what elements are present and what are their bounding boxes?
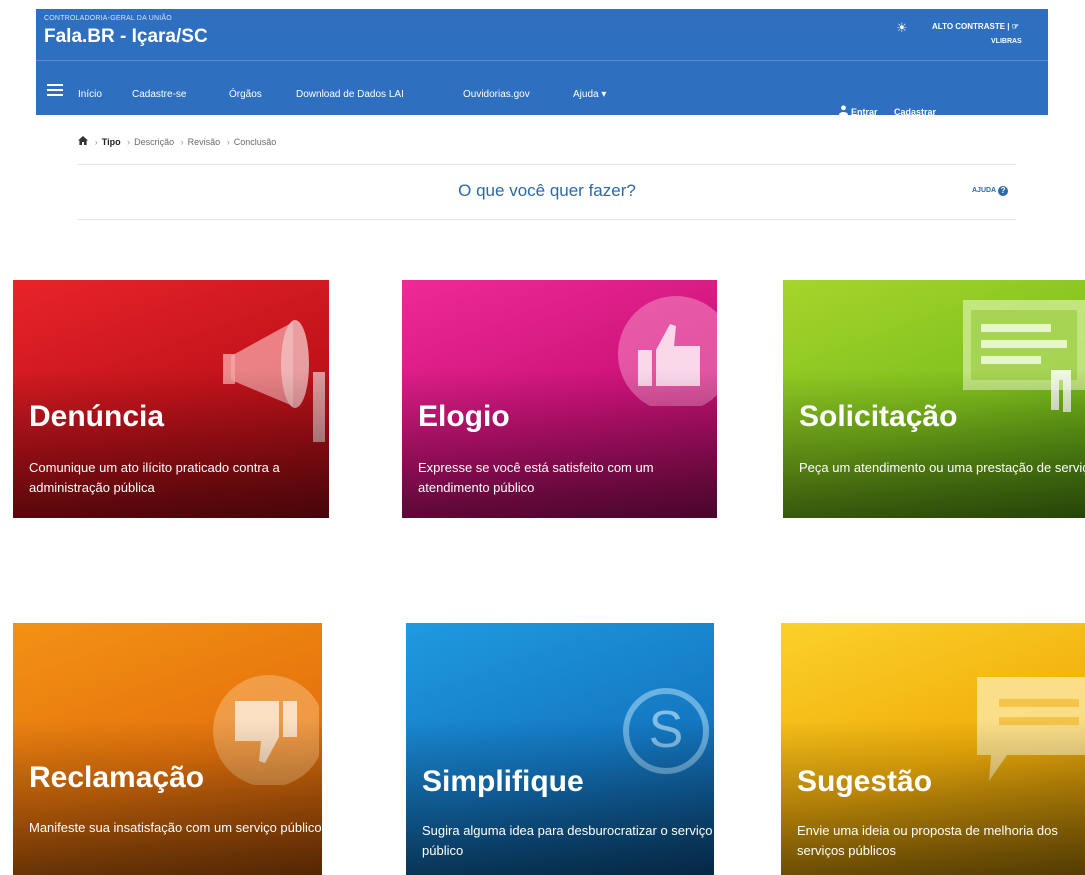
nav-ouvidorias-gov[interactable]: Ouvidorias.gov	[463, 89, 530, 100]
card-description: Expresse se você está satisfeito com um …	[418, 460, 654, 495]
register-link[interactable]: Cadastrar	[894, 107, 936, 117]
card-title: Reclamação	[29, 761, 205, 794]
card-reclamacao[interactable]: Reclamação Manifeste sua insatisfação co…	[13, 623, 322, 875]
top-bar-divider	[36, 60, 1048, 61]
nav-inicio[interactable]: Início	[78, 89, 102, 100]
card-description: Peça um atendimento ou uma prestação de …	[799, 460, 1085, 475]
help-icon[interactable]: ?	[998, 186, 1009, 196]
card-description: Manifeste sua insatisfação com um serviç…	[29, 820, 322, 835]
help-link[interactable]: AJUDA?	[972, 186, 1009, 196]
org-name: CONTROLADORIA-GERAL DA UNIÃO	[44, 15, 172, 22]
card-description: Sugira alguma idea para desburocratizar …	[422, 823, 713, 858]
card-sugestao[interactable]: Sugestão Envie uma ideia ou proposta de …	[781, 623, 1085, 875]
breadcrumb-step-conclusao: Conclusão	[233, 137, 277, 147]
home-icon[interactable]	[78, 136, 91, 148]
card-description: Envie uma ideia ou proposta de melhoria …	[797, 823, 1058, 858]
vlibras-link[interactable]: VLIBRAS	[991, 38, 1022, 45]
divider	[78, 219, 1016, 220]
menu-icon[interactable]	[47, 84, 63, 96]
nav-ajuda[interactable]: Ajuda ▾	[573, 89, 606, 100]
nav-orgaos[interactable]: Órgãos	[229, 89, 262, 100]
breadcrumb-step-tipo: Tipo	[101, 137, 121, 147]
page-title: O que você quer fazer?	[458, 181, 636, 200]
nav-cadastre-se[interactable]: Cadastre-se	[132, 89, 186, 100]
card-simplifique[interactable]: S Simplifique Sugira alguma idea para de…	[406, 623, 714, 875]
card-title: Solicitação	[799, 400, 958, 433]
user-icon	[839, 105, 848, 118]
contrast-icon[interactable]: ☀	[896, 20, 908, 36]
breadcrumb: › Tipo › Descrição › Revisão › Conclusão	[78, 136, 276, 148]
card-description: Comunique um ato ilícito praticado contr…	[29, 460, 280, 495]
divider	[78, 164, 1016, 165]
card-elogio[interactable]: Elogio Expresse se você está satisfeito …	[402, 280, 717, 518]
card-title: Simplifique	[422, 765, 584, 798]
card-title: Denúncia	[29, 400, 165, 433]
card-solicitacao[interactable]: Solicitação Peça um atendimento ou uma p…	[783, 280, 1085, 518]
nav-download-dados-lai[interactable]: Download de Dados LAI	[296, 89, 404, 100]
card-title: Elogio	[418, 400, 510, 433]
top-bar: CONTROLADORIA-GERAL DA UNIÃO Fala.BR - I…	[36, 9, 1048, 118]
breadcrumb-step-descricao: Descrição	[134, 137, 175, 147]
app-title[interactable]: Fala.BR - Içara/SC	[44, 26, 208, 48]
help-label[interactable]: AJUDA	[972, 187, 996, 194]
card-title: Sugestão	[797, 765, 933, 798]
high-contrast-link[interactable]: ALTO CONTRASTE | ☞	[932, 22, 1019, 31]
card-denuncia[interactable]: Denúncia Comunique um ato ilícito pratic…	[13, 280, 329, 518]
login-link[interactable]: Entrar	[851, 107, 878, 117]
breadcrumb-step-revisao: Revisão	[187, 137, 221, 147]
